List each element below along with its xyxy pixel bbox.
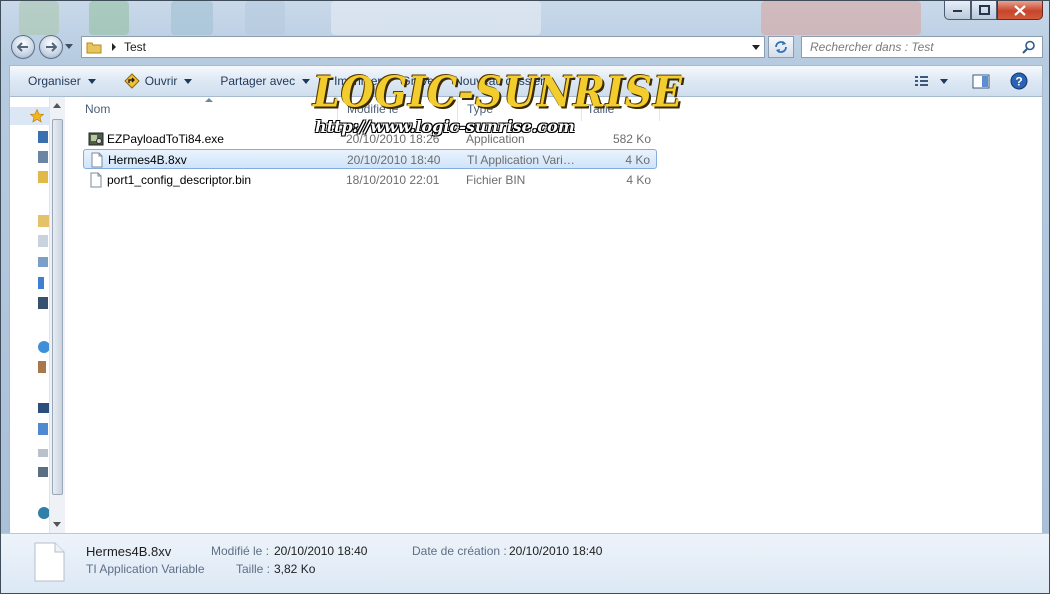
maximize-icon bbox=[978, 5, 990, 15]
open-label: Ouvrir bbox=[144, 74, 178, 88]
search-input[interactable] bbox=[808, 39, 1022, 55]
explorer-window: Test Organiser Ouvrir Parta bbox=[0, 0, 1050, 594]
recent-pages-dropdown[interactable] bbox=[65, 44, 73, 49]
file-name: EZPayloadToTi84.exe bbox=[107, 132, 224, 146]
chevron-down-icon bbox=[302, 78, 311, 84]
forward-arrow-icon bbox=[46, 42, 57, 52]
exe-icon bbox=[88, 132, 104, 146]
file-modified: 18/10/2010 22:01 bbox=[346, 173, 440, 187]
file-icon bbox=[91, 152, 103, 168]
desktop-icon[interactable] bbox=[38, 131, 48, 143]
music-icon[interactable] bbox=[38, 277, 44, 289]
minimize-icon bbox=[952, 10, 962, 12]
change-view-button[interactable] bbox=[906, 69, 956, 93]
videos-icon[interactable] bbox=[38, 297, 48, 309]
maximize-button[interactable] bbox=[971, 1, 997, 20]
file-name: port1_config_descriptor.bin bbox=[107, 173, 252, 187]
minimize-button[interactable] bbox=[944, 1, 971, 20]
user-icon[interactable] bbox=[38, 361, 46, 373]
address-bar[interactable]: Test bbox=[81, 36, 765, 58]
organise-label: Organiser bbox=[28, 74, 81, 88]
chevron-down-icon bbox=[87, 78, 96, 84]
open-icon bbox=[123, 73, 140, 89]
documents-icon[interactable] bbox=[38, 235, 48, 247]
pictures-icon[interactable] bbox=[38, 257, 48, 267]
preview-pane-button[interactable] bbox=[964, 69, 998, 93]
window-controls bbox=[944, 1, 1043, 20]
scrollbar-thumb[interactable] bbox=[52, 119, 63, 495]
details-modified-value: 20/10/2010 18:40 bbox=[274, 544, 368, 558]
scroll-down-arrow-icon[interactable] bbox=[53, 522, 61, 527]
breadcrumb-chevron-icon[interactable] bbox=[110, 43, 118, 51]
file-type: TI Application Variable bbox=[467, 153, 579, 167]
details-file-type: TI Application Variable bbox=[86, 562, 205, 576]
drive-icon[interactable] bbox=[38, 467, 48, 477]
forward-button[interactable] bbox=[39, 35, 63, 59]
file-modified: 20/10/2010 18:40 bbox=[347, 153, 441, 167]
close-button[interactable] bbox=[997, 1, 1043, 20]
breadcrumb-item[interactable]: Test bbox=[124, 40, 146, 54]
details-size-value: 3,82 Ko bbox=[274, 562, 316, 576]
chevron-down-icon bbox=[940, 78, 948, 84]
recent-places-icon[interactable] bbox=[38, 171, 48, 183]
scroll-up-arrow-icon[interactable] bbox=[53, 103, 61, 108]
view-list-icon bbox=[915, 76, 928, 86]
refresh-button[interactable] bbox=[768, 36, 794, 58]
file-list: Nom Modifié le Type Taille EZPayloadToTi… bbox=[65, 97, 1043, 533]
help-icon: ? bbox=[1010, 72, 1028, 90]
back-button[interactable] bbox=[11, 35, 35, 59]
organise-button[interactable]: Organiser bbox=[20, 69, 104, 93]
details-created-label: Date de création : bbox=[412, 544, 507, 558]
local-disk-icon[interactable] bbox=[38, 423, 48, 435]
file-row[interactable]: Hermes4B.8xv 20/10/2010 18:40 TI Applica… bbox=[83, 149, 657, 169]
open-button[interactable]: Ouvrir bbox=[116, 69, 201, 93]
close-icon bbox=[1014, 4, 1026, 16]
share-button[interactable]: Partager avec bbox=[212, 69, 318, 93]
column-label: Nom bbox=[85, 102, 111, 116]
details-modified-label: Modifié le : bbox=[211, 544, 270, 558]
star-icon[interactable] bbox=[30, 109, 44, 123]
details-pane: Hermes4B.8xv TI Application Variable Mod… bbox=[1, 533, 1049, 593]
search-icon[interactable] bbox=[1022, 40, 1036, 54]
preview-pane-icon bbox=[972, 74, 990, 88]
removable-drive-icon[interactable] bbox=[38, 449, 48, 457]
downloads-icon[interactable] bbox=[38, 151, 48, 163]
back-arrow-icon bbox=[17, 42, 28, 52]
sort-ascending-icon bbox=[205, 98, 213, 102]
help-button[interactable]: ? bbox=[1002, 69, 1036, 93]
chevron-down-icon bbox=[184, 78, 193, 84]
file-size: 582 Ko bbox=[612, 132, 651, 146]
column-header-name[interactable]: Nom bbox=[85, 97, 110, 121]
share-label: Partager avec bbox=[220, 74, 296, 88]
file-size: 4 Ko bbox=[626, 173, 651, 187]
file-large-icon bbox=[34, 542, 65, 582]
svg-text:?: ? bbox=[1015, 75, 1022, 89]
file-name: Hermes4B.8xv bbox=[108, 153, 187, 167]
watermark-logo: LOGIC-SUNRISE bbox=[313, 66, 684, 117]
file-type: Fichier BIN bbox=[466, 173, 526, 187]
refresh-icon bbox=[775, 41, 787, 53]
details-created-value: 20/10/2010 18:40 bbox=[509, 544, 603, 558]
file-row[interactable]: port1_config_descriptor.bin 18/10/2010 2… bbox=[83, 170, 657, 190]
details-file-name: Hermes4B.8xv bbox=[86, 544, 172, 559]
file-icon bbox=[90, 172, 102, 188]
title-bar[interactable] bbox=[1, 1, 1049, 31]
navigation-scrollbar[interactable] bbox=[49, 97, 65, 533]
address-dropdown-button[interactable] bbox=[752, 44, 760, 50]
file-size: 4 Ko bbox=[625, 153, 650, 167]
watermark-url: http://www.logic-sunrise.com bbox=[315, 117, 575, 136]
search-box[interactable] bbox=[801, 36, 1043, 58]
details-size-label: Taille : bbox=[236, 562, 271, 576]
folder-icon bbox=[86, 42, 102, 54]
